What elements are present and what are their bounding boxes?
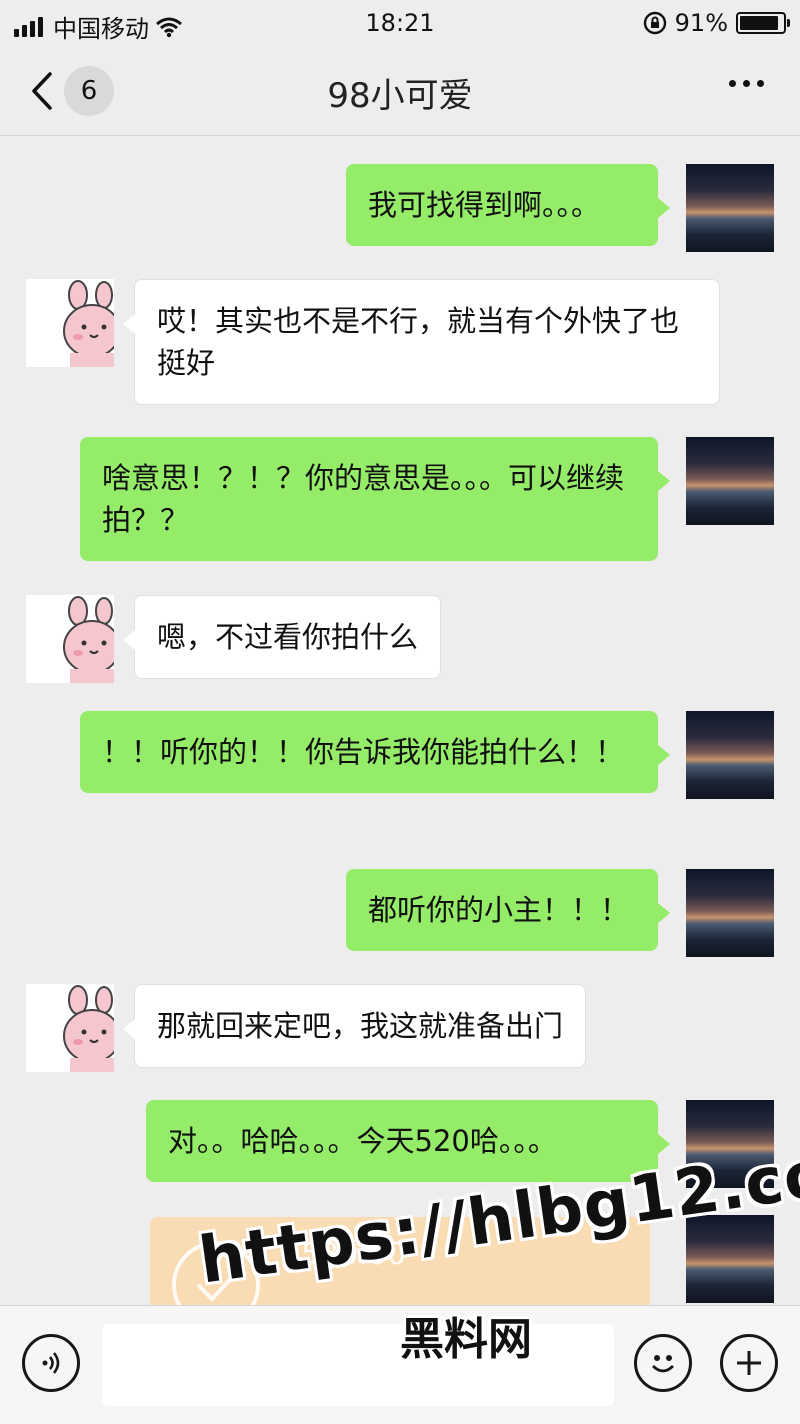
more-dots-icon	[729, 80, 736, 87]
message-bubble-sent[interactable]: 啥意思！？！？你的意思是。。。可以继续拍？？	[80, 437, 670, 561]
contact-avatar[interactable]	[26, 595, 114, 683]
message-bubble-sent[interactable]: 对。。哈哈。。。今天520哈。。。	[146, 1100, 670, 1182]
transfer-check-icon	[172, 1241, 260, 1305]
my-avatar[interactable]	[686, 164, 774, 252]
message-bubble-received[interactable]: 哎！其实也不是不行，就当有个外快了也挺好	[123, 279, 720, 405]
status-right: 91%	[643, 9, 790, 37]
battery-icon	[736, 12, 790, 34]
voice-icon	[42, 1352, 60, 1374]
rotation-lock-icon	[643, 11, 666, 35]
more-button[interactable]	[729, 80, 764, 87]
contact-avatar[interactable]	[26, 279, 114, 367]
emoji-icon	[652, 1355, 674, 1373]
bunny-avatar-icon	[63, 985, 114, 1072]
my-avatar[interactable]	[686, 869, 774, 957]
message-bubble-received[interactable]: 嗯，不过看你拍什么	[122, 595, 442, 679]
my-avatar[interactable]	[686, 1215, 774, 1303]
transfer-amount: ¥520.00	[282, 1237, 407, 1272]
plus-icon	[737, 1351, 761, 1375]
bunny-avatar-icon	[63, 280, 114, 367]
voice-button[interactable]	[22, 1334, 80, 1392]
chat-title: 98小可爱	[327, 76, 473, 116]
my-avatar[interactable]	[686, 1100, 774, 1188]
my-avatar[interactable]	[686, 711, 774, 799]
emoji-button[interactable]	[634, 1334, 692, 1392]
my-avatar[interactable]	[686, 437, 774, 525]
input-bar	[0, 1305, 800, 1424]
transfer-card[interactable]: ¥520.00	[150, 1217, 650, 1305]
nav-bar: 6 98小可爱	[0, 46, 800, 136]
contact-avatar[interactable]	[26, 984, 114, 1072]
check-icon	[196, 1271, 238, 1302]
message-bubble-sent[interactable]: 我可找得到啊。。。	[346, 164, 670, 246]
message-input[interactable]	[102, 1324, 614, 1406]
bunny-avatar-icon	[63, 596, 114, 683]
message-bubble-sent[interactable]: 都听你的小主！！！	[346, 869, 670, 951]
message-bubble-received[interactable]: 那就回来定吧，我这就准备出门	[122, 984, 587, 1068]
message-bubble-sent[interactable]: ！！听你的！！你告诉我你能拍什么！！	[80, 711, 670, 793]
status-bar: 中国移动 18:21 91%	[0, 0, 800, 46]
chat-area[interactable]: 我可找得到啊。。。 哎！其实也不是不行，就当有个外快了也挺好 啥意思！？！？你的…	[0, 137, 800, 1305]
add-button[interactable]	[720, 1334, 778, 1392]
battery-percent: 91%	[674, 9, 728, 37]
battery-fill	[740, 16, 779, 30]
